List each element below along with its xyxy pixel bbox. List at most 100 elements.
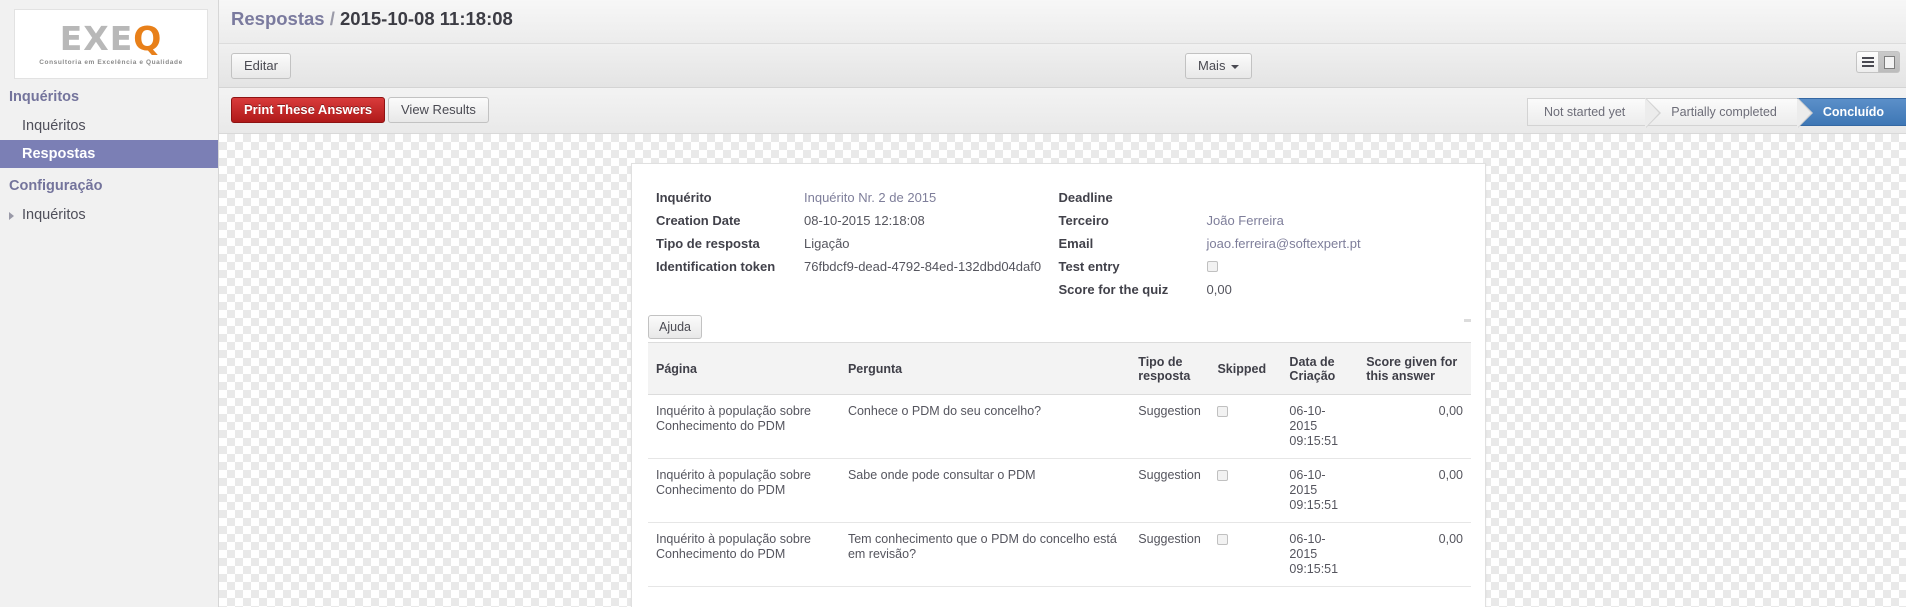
field-label: Terceiro <box>1058 213 1109 228</box>
logo: EXEQ Consultoria em Excelência e Qualida… <box>14 9 208 79</box>
field-value[interactable]: joao.ferreira@softexpert.pt <box>1207 236 1361 251</box>
field-label: Deadline <box>1058 190 1113 205</box>
column-header-data-criacao[interactable]: Data de Criação <box>1281 342 1359 395</box>
column-header-tipo-resposta[interactable]: Tipo de resposta <box>1130 342 1210 395</box>
view-results-button[interactable]: View Results <box>388 97 489 123</box>
status-step-partially-completed[interactable]: Partially completed <box>1645 98 1813 128</box>
field-test-entry: Test entry <box>1059 259 1462 282</box>
cell-pagina: Inquérito à população sobre Conhecimento… <box>648 522 840 587</box>
table-row[interactable]: Inquérito à população sobre Conhecimento… <box>648 394 1471 459</box>
field-label: Test entry <box>1058 259 1120 274</box>
detail-column-right: Deadline Terceiro João Ferreira Email jo… <box>1059 190 1462 305</box>
edit-button[interactable]: Editar <box>231 53 291 79</box>
field-label: Creation Date <box>656 213 741 228</box>
column-header-pagina[interactable]: Página <box>648 342 840 395</box>
status-step-not-started[interactable]: Not started yet <box>1526 98 1662 128</box>
field-identification-token: Identification token 76fbdcf9-dead-4792-… <box>656 259 1059 282</box>
chevron-down-icon <box>1231 64 1240 69</box>
breadcrumb-parent[interactable]: Respostas <box>231 8 325 29</box>
cell-pagina: Inquérito à população sobre Conhecimento… <box>648 458 840 523</box>
cell-skipped <box>1209 522 1282 587</box>
cell-pergunta: Sabe onde pode consultar o PDM <box>839 458 1131 523</box>
breadcrumb-current: 2015-10-08 11:18:08 <box>340 8 513 29</box>
test-entry-checkbox[interactable] <box>1206 261 1218 272</box>
sidebar: EXEQ Consultoria em Excelência e Qualida… <box>0 0 219 607</box>
logo-tagline: Consultoria em Excelência e Qualidade <box>39 59 183 66</box>
sidebar-group-title-configuracao: Configuração <box>9 178 103 194</box>
action-bar: Print These Answers View Results Not sta… <box>219 88 1906 134</box>
more-dropdown-label: Mais <box>1198 58 1226 73</box>
field-creation-date: Creation Date 08-10-2015 12:18:08 <box>656 213 1059 236</box>
field-label: Identification token <box>656 259 776 274</box>
status-step-bar: Not started yet Partially completed Conc… <box>1526 98 1906 128</box>
column-header-skipped[interactable]: Skipped <box>1209 342 1282 395</box>
field-terceiro: Terceiro João Ferreira <box>1059 213 1462 236</box>
cell-tipo: Suggestion <box>1130 394 1210 459</box>
detail-column-left: Inquérito Inquérito Nr. 2 de 2015 Creati… <box>656 190 1059 305</box>
field-value[interactable]: Inquérito Nr. 2 de 2015 <box>804 190 936 205</box>
cell-data: 06-10-2015 09:15:51 <box>1281 458 1359 523</box>
cell-data: 06-10-2015 09:15:51 <box>1281 394 1359 459</box>
cell-score: 0,00 <box>1358 458 1471 523</box>
cell-skipped <box>1209 394 1282 459</box>
field-value[interactable]: João Ferreira <box>1207 213 1284 228</box>
sidebar-item-respostas[interactable]: Respostas <box>0 140 218 168</box>
field-score-for-the-quiz: Score for the quiz 0,00 <box>1059 282 1462 305</box>
cell-pergunta: Conhece o PDM do seu concelho? <box>839 394 1131 459</box>
cell-skipped <box>1209 458 1282 523</box>
detail-fields: Inquérito Inquérito Nr. 2 de 2015 Creati… <box>632 164 1485 311</box>
table-row[interactable]: Inquérito à população sobre Conhecimento… <box>648 458 1471 523</box>
field-value: 0,00 <box>1206 282 1232 297</box>
status-step-concluido[interactable]: Concluído <box>1796 98 1906 126</box>
cell-data: 06-10-2015 09:15:51 <box>1281 522 1359 587</box>
column-header-pergunta[interactable]: Pergunta <box>839 342 1131 395</box>
logo-text-accent: Q <box>133 19 163 58</box>
sidebar-item-label: Inquéritos <box>22 118 86 134</box>
field-value: 76fbdcf9-dead-4792-84ed-132dbd04daf0 <box>804 259 1042 274</box>
view-toggle-group <box>1856 51 1900 73</box>
field-label: Inquérito <box>656 190 712 205</box>
response-detail-panel: Inquérito Inquérito Nr. 2 de 2015 Creati… <box>631 163 1486 607</box>
field-value: Ligação <box>804 236 850 251</box>
skipped-checkbox[interactable] <box>1217 534 1229 545</box>
cell-pergunta: Tem conhecimento que o PDM do concelho e… <box>839 522 1131 587</box>
field-deadline: Deadline <box>1059 190 1462 213</box>
print-these-answers-button[interactable]: Print These Answers <box>231 97 386 123</box>
sidebar-item-label: Inquéritos <box>22 207 86 223</box>
breadcrumb-separator: / <box>329 8 335 29</box>
field-inquerito: Inquérito Inquérito Nr. 2 de 2015 <box>656 190 1059 213</box>
field-email: Email joao.ferreira@softexpert.pt <box>1059 236 1462 259</box>
field-label: Score for the quiz <box>1058 282 1169 297</box>
app-window: EXEQ Consultoria em Excelência e Qualida… <box>0 0 1906 607</box>
cell-pagina: Inquérito à população sobre Conhecimento… <box>648 394 840 459</box>
field-label: Tipo de resposta <box>656 236 760 251</box>
top-bar: Respostas / 2015-10-08 11:18:08 <box>219 0 1906 44</box>
more-dropdown-button[interactable]: Mais <box>1185 53 1253 79</box>
page-title: Respostas / 2015-10-08 11:18:08 <box>231 8 513 30</box>
cell-tipo: Suggestion <box>1130 458 1210 523</box>
chevron-right-icon <box>9 212 14 220</box>
field-label: Email <box>1058 236 1094 251</box>
skipped-checkbox[interactable] <box>1217 470 1229 481</box>
panel-view-button[interactable] <box>1878 51 1900 73</box>
list-view-button[interactable] <box>1856 51 1878 73</box>
sidebar-item-inqueritos[interactable]: Inquéritos <box>0 112 218 140</box>
sidebar-item-configuracao-inqueritos[interactable]: Inquéritos <box>0 201 218 229</box>
sidebar-item-label: Respostas <box>22 146 96 162</box>
sidebar-group-title-inqueritos: Inquéritos <box>9 89 80 105</box>
toolbar: Editar Mais <box>219 44 1906 88</box>
answers-table: Página Pergunta Tipo de resposta Skipped… <box>648 342 1471 587</box>
field-tipo-de-resposta: Tipo de resposta Ligação <box>656 236 1059 259</box>
list-icon <box>1861 55 1874 69</box>
cell-tipo: Suggestion <box>1130 522 1210 587</box>
panel-icon <box>1883 55 1895 69</box>
skipped-checkbox[interactable] <box>1217 406 1229 417</box>
table-row[interactable]: Inquérito à população sobre Conhecimento… <box>648 522 1471 587</box>
column-header-score[interactable]: Score given for this answer <box>1358 342 1471 395</box>
content-area: Inquérito Inquérito Nr. 2 de 2015 Creati… <box>219 134 1906 607</box>
table-header-row: Página Pergunta Tipo de resposta Skipped… <box>648 342 1471 395</box>
field-value <box>1206 259 1218 275</box>
help-button[interactable]: Ajuda <box>648 315 702 339</box>
logo-text-main: EXE <box>59 19 134 58</box>
panel-marker-icon <box>1464 319 1471 322</box>
